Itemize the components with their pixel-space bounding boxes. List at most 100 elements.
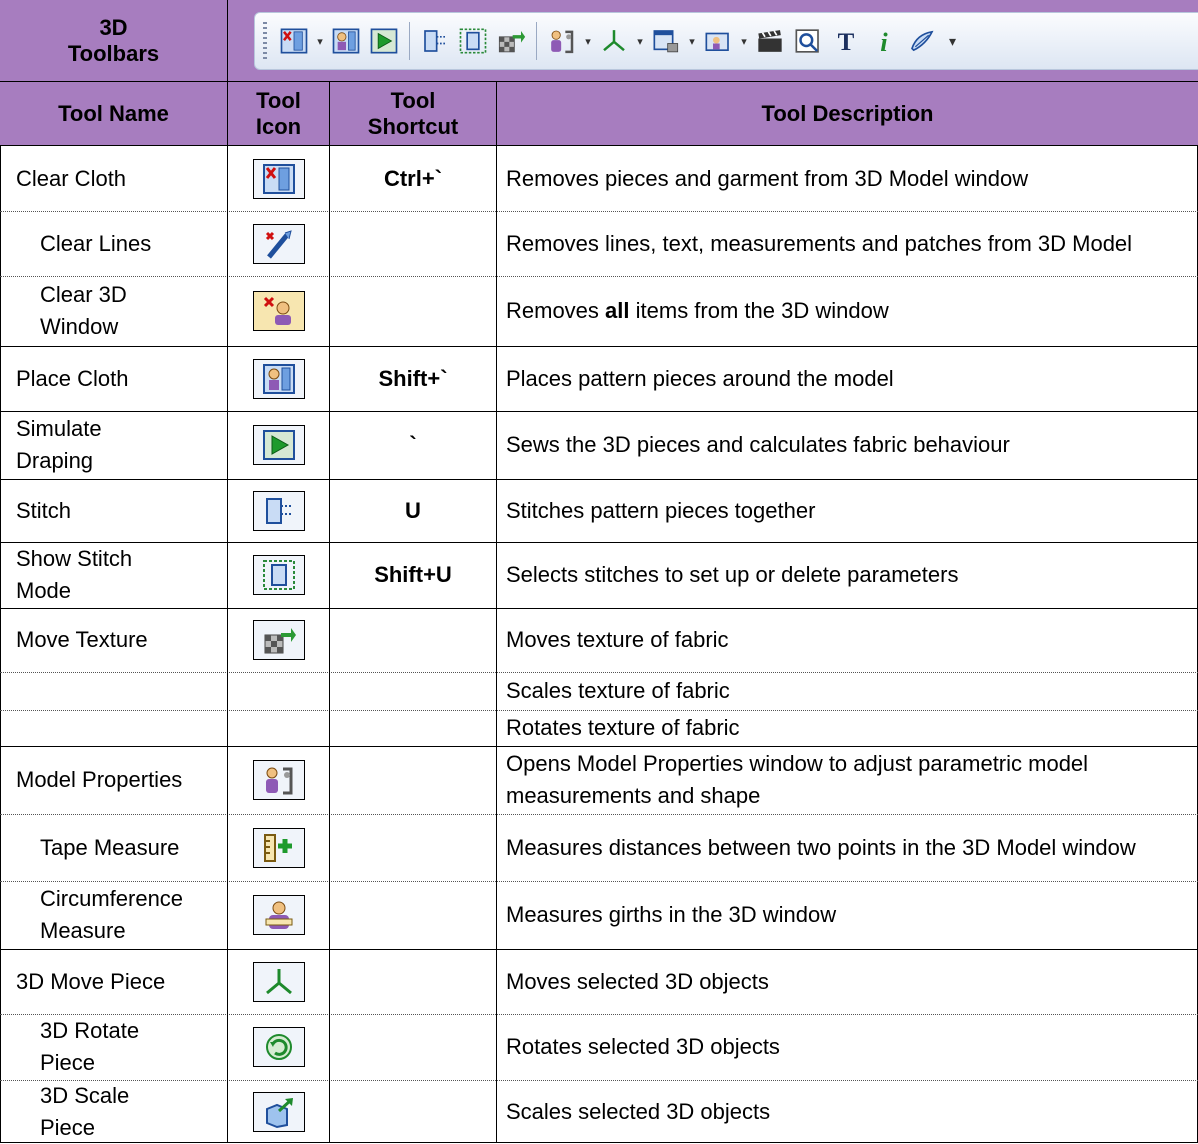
tool-name: Circumference Measure: [0, 881, 228, 949]
tool-shortcut: `: [330, 411, 497, 479]
clear-lines-icon: [252, 223, 305, 264]
tool-name: Place Cloth: [0, 346, 228, 411]
column-header-name: Tool Name: [0, 82, 228, 146]
dropdown-arrow-icon[interactable]: ▾: [635, 35, 645, 48]
toolbar-separator: [536, 22, 537, 60]
model-properties-icon[interactable]: [545, 24, 579, 58]
tool-icon-cell: [228, 949, 330, 1014]
tool-description-post: items from the 3D window: [629, 298, 889, 323]
simulate-draping-icon[interactable]: [367, 24, 401, 58]
tool-shortcut: [330, 1080, 497, 1143]
tool-name: 3D Rotate Piece: [0, 1014, 228, 1080]
tool-icon-cell: [228, 608, 330, 672]
table-row: Model Properties Opens Model Properties …: [0, 746, 1198, 814]
table-row: Clear 3D Window Removes all items from t…: [0, 276, 1198, 346]
clear-cloth-icon[interactable]: [277, 24, 311, 58]
table-row: 3D Scale Piece Scales selected 3D object…: [0, 1080, 1198, 1143]
stitch-icon[interactable]: [418, 24, 452, 58]
tool-description: Selects stitches to set up or delete par…: [506, 562, 959, 587]
tool-description: Removes lines, text, measurements and pa…: [506, 230, 1133, 256]
toolbars-label: 3D Toolbars: [0, 0, 228, 82]
tool-shortcut: [330, 814, 497, 881]
tool-icon-cell: [228, 411, 330, 479]
tool-description: Removes all items from the 3D window: [497, 276, 1198, 346]
tool-shortcut: [330, 710, 497, 746]
table-row: Place Cloth Shift+` Places pattern piece…: [0, 346, 1198, 411]
simulate-draping-icon: [252, 425, 305, 465]
tool-name: Show Stitch Mode: [0, 542, 228, 608]
settings-icon[interactable]: [905, 24, 939, 58]
dropdown-arrow-icon[interactable]: ▾: [583, 35, 593, 48]
tool-name: Tape Measure: [0, 814, 228, 881]
svg-text:T: T: [838, 29, 855, 56]
tool-shortcut: [330, 608, 497, 672]
tool-icon-cell: [228, 814, 330, 881]
tool-icon-cell: [228, 1080, 330, 1143]
toolbar-overflow-icon[interactable]: ▾: [949, 33, 956, 50]
move-texture-icon[interactable]: [494, 24, 528, 58]
tool-description: Places pattern pieces around the model: [506, 365, 894, 391]
show-stitch-mode-icon: [252, 555, 305, 595]
tool-shortcut: Shift+U: [330, 542, 497, 608]
tool-description: Scales selected 3D objects: [506, 1098, 771, 1124]
column-header-name-text: Tool Name: [58, 100, 169, 126]
tool-icon-cell: [228, 146, 330, 211]
toolbar-cell: ▾ ▾ ▾ ▾ ▾ T i ▾: [228, 0, 1198, 82]
stitch-icon: [252, 490, 305, 531]
tool-shortcut: [330, 672, 497, 710]
place-cloth-icon[interactable]: [329, 24, 363, 58]
tool-shortcut: [330, 949, 497, 1014]
toolbars-label-text: 3D Toolbars: [67, 14, 160, 66]
column-header-icon-text: Tool Icon: [255, 87, 302, 139]
toolbar-grip[interactable]: [263, 22, 267, 60]
tool-shortcut: Ctrl+`: [330, 146, 497, 211]
dropdown-arrow-icon[interactable]: ▾: [687, 35, 697, 48]
tool-description: Rotates selected 3D objects: [506, 1034, 780, 1059]
circumference-measure-icon: [252, 895, 305, 935]
tool-description: Opens Model Properties window to adjust …: [506, 751, 1089, 808]
tool-description: Measures girths in the 3D window: [506, 902, 837, 927]
table-row: Clear Cloth Ctrl+` Removes pieces and ga…: [0, 146, 1198, 211]
table-row: Tape Measure Measures distances between …: [0, 814, 1198, 881]
tool-icon-cell: [228, 276, 330, 346]
tool-shortcut: [330, 746, 497, 814]
table-row: Scales texture of fabric: [0, 672, 1198, 710]
tool-name: 3D Scale Piece: [0, 1080, 228, 1143]
tool-description: Measures distances between two points in…: [506, 834, 1136, 860]
tool-shortcut: Shift+`: [330, 346, 497, 411]
3d-move-icon[interactable]: [597, 24, 631, 58]
tool-name: Clear Cloth: [0, 146, 228, 211]
tool-name: [0, 710, 228, 746]
display-icon[interactable]: [649, 24, 683, 58]
tool-description: Removes pieces and garment from 3D Model…: [506, 165, 1029, 191]
info-icon[interactable]: i: [867, 24, 901, 58]
dropdown-arrow-icon[interactable]: ▾: [315, 35, 325, 48]
search-image-icon[interactable]: [791, 24, 825, 58]
tool-name: Stitch: [0, 479, 228, 542]
text-icon[interactable]: T: [829, 24, 863, 58]
3d-rotate-icon: [252, 1027, 305, 1067]
dropdown-arrow-icon[interactable]: ▾: [739, 35, 749, 48]
tool-name: Simulate Draping: [0, 411, 228, 479]
table-row: Stitch U Stitches pattern pieces togethe…: [0, 479, 1198, 542]
table-row: Simulate Draping ` Sews the 3D pieces an…: [0, 411, 1198, 479]
svg-text:i: i: [880, 27, 888, 56]
tool-icon-cell: [228, 211, 330, 276]
tool-icon-cell: [228, 710, 330, 746]
tool-icon-cell: [228, 746, 330, 814]
table-row: Move Texture Moves texture of fabric: [0, 608, 1198, 672]
tool-shortcut: U: [330, 479, 497, 542]
3d-scale-icon: [252, 1091, 305, 1132]
table-row: Show Stitch Mode Shift+U Selects stitche…: [0, 542, 1198, 608]
tool-name: 3D Move Piece: [0, 949, 228, 1014]
tool-description: Moves texture of fabric: [506, 627, 729, 652]
toolbar-3d: ▾ ▾ ▾ ▾ ▾ T i ▾: [254, 12, 1198, 70]
table-row: Clear Lines Removes lines, text, measure…: [0, 211, 1198, 276]
tool-icon-cell: [228, 672, 330, 710]
clapperboard-icon[interactable]: [753, 24, 787, 58]
tool-icon-cell: [228, 479, 330, 542]
column-header-description: Tool Description: [497, 82, 1198, 146]
place-cloth-icon: [252, 358, 305, 399]
render-icon[interactable]: [701, 24, 735, 58]
show-stitch-mode-icon[interactable]: [456, 24, 490, 58]
